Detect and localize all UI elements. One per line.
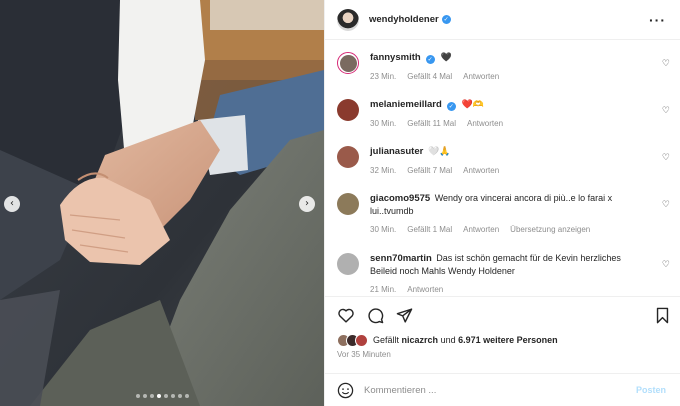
comment-like-icon[interactable]: ♡ <box>662 59 670 69</box>
comment-bubble-icon[interactable] <box>367 307 384 324</box>
verified-badge-icon: ✓ <box>446 102 456 111</box>
commenter-username[interactable]: melaniemeillard <box>370 99 442 110</box>
commenter-avatar[interactable] <box>337 253 359 275</box>
carousel-dot <box>156 394 161 398</box>
comment-like-count[interactable]: Gefällt 4 Mal <box>407 71 452 83</box>
comment-meta: 30 Min. Gefällt 11 Mal Antworten <box>370 118 650 130</box>
comment-emoji: 🖤 <box>437 53 452 63</box>
comment-item: senn70martin Das ist schön gemacht für d… <box>325 252 680 295</box>
likes-summary: Gefällt nicazrch und 6.971 weitere Perso… <box>325 333 680 347</box>
comment-body: senn70martin Das ist schön gemacht für d… <box>370 252 650 295</box>
comment-time[interactable]: 21 Min. <box>370 284 396 295</box>
post-timestamp[interactable]: Vor 35 Minuten <box>325 350 680 359</box>
likes-others[interactable]: 6.971 weitere Personen <box>458 335 558 345</box>
carousel-dot <box>135 394 140 398</box>
comment-meta: 32 Min. Gefällt 7 Mal Antworten <box>370 165 650 177</box>
action-bar <box>325 297 680 333</box>
smiley-icon[interactable] <box>337 382 354 399</box>
comment-item: julianasuter 🤍🙏 32 Min. Gefällt 7 Mal Antwo… <box>325 145 680 186</box>
commenter-avatar[interactable] <box>337 146 359 168</box>
comment-body: julianasuter 🤍🙏 32 Min. Gefällt 7 Mal Antwo… <box>370 145 650 186</box>
reply-button[interactable]: Antworten <box>463 165 499 177</box>
post-dialog: ‹ › wendyholdener ✓ ··· fannysmith ✓ 🖤 23 … <box>0 0 680 406</box>
carousel-dot <box>184 394 189 398</box>
commenter-avatar[interactable] <box>337 52 359 74</box>
comment-like-count[interactable]: Gefällt 1 Mal <box>407 224 452 236</box>
bookmark-icon[interactable] <box>655 307 670 324</box>
carousel-dot <box>149 394 154 398</box>
commenter-avatar-image <box>339 54 357 72</box>
comment-like-icon[interactable]: ♡ <box>662 153 670 163</box>
paper-plane-icon[interactable] <box>396 307 413 324</box>
comment-like-icon[interactable]: ♡ <box>662 106 670 116</box>
comment-list[interactable]: fannysmith ✓ 🖤 23 Min. Gefällt 4 Mal Antwort… <box>325 40 680 295</box>
comment-item: giacomo9575 Wendy ora vincerai ancora di… <box>325 192 680 236</box>
commenter-avatar[interactable] <box>337 193 359 215</box>
reply-button[interactable]: Antworten <box>463 224 499 236</box>
author-username[interactable]: wendyholdener <box>369 14 439 25</box>
carousel-dot <box>170 394 175 398</box>
carousel-dot <box>142 394 147 398</box>
post-sidebar: wendyholdener ✓ ··· fannysmith ✓ 🖤 23 Min.… <box>324 0 680 406</box>
comment-like-icon[interactable]: ♡ <box>662 200 670 210</box>
carousel-dot <box>163 394 168 398</box>
post-comment-button[interactable]: Posten <box>636 385 666 395</box>
reply-button[interactable]: Antworten <box>463 71 499 83</box>
comment-time[interactable]: 30 Min. <box>370 118 396 130</box>
comment-meta: 21 Min. Antworten <box>370 284 650 295</box>
more-options-icon[interactable]: ··· <box>649 13 666 27</box>
commenter-username[interactable]: julianasuter <box>370 146 423 157</box>
comment-emoji: 🤍🙏 <box>425 147 451 157</box>
comment-meta: 30 Min. Gefällt 1 Mal Antworten Übersetzung… <box>370 224 650 236</box>
comment-meta: 23 Min. Gefällt 4 Mal Antworten <box>370 71 650 83</box>
carousel-prev-button[interactable]: ‹ <box>4 196 20 212</box>
likes-user[interactable]: nicazrch <box>402 335 439 345</box>
post-media[interactable]: ‹ › <box>0 0 324 406</box>
commenter-username[interactable]: fannysmith <box>370 52 421 63</box>
reply-button[interactable]: Antworten <box>407 284 443 295</box>
chevron-left-icon: ‹ <box>10 198 14 209</box>
comment-like-icon[interactable]: ♡ <box>662 260 670 270</box>
comment-like-count[interactable]: Gefällt 11 Mal <box>407 118 456 130</box>
comment-body: melaniemeillard ✓ ❤️🫶 30 Min. Gefällt 11 Ma… <box>370 98 650 139</box>
likes-and: und <box>440 335 456 345</box>
commenter-username[interactable]: giacomo9575 <box>370 193 430 204</box>
reply-button[interactable]: Antworten <box>467 118 503 130</box>
carousel-next-button[interactable]: › <box>299 196 315 212</box>
translate-button[interactable]: Übersetzung anzeigen <box>510 224 590 236</box>
chevron-right-icon: › <box>305 198 309 209</box>
comment-emoji: ❤️🫶 <box>458 100 485 110</box>
comment-item: melaniemeillard ✓ ❤️🫶 30 Min. Gefällt 11 Ma… <box>325 98 680 139</box>
commenter-avatar[interactable] <box>337 99 359 121</box>
comment-item: fannysmith ✓ 🖤 23 Min. Gefällt 4 Mal Antwort… <box>325 51 680 92</box>
comment-time[interactable]: 32 Min. <box>370 165 396 177</box>
post-actions-area: Gefällt nicazrch und 6.971 weitere Perso… <box>325 296 680 359</box>
carousel-dot <box>177 394 182 398</box>
heart-outline-icon[interactable] <box>337 307 355 323</box>
comment-time[interactable]: 23 Min. <box>370 71 396 83</box>
verified-badge-icon: ✓ <box>441 15 451 24</box>
post-header: wendyholdener ✓ ··· <box>325 0 680 40</box>
add-comment-bar: Posten <box>325 373 680 406</box>
comment-time[interactable]: 30 Min. <box>370 224 396 236</box>
comment-body: fannysmith ✓ 🖤 23 Min. Gefällt 4 Mal Antwort… <box>370 51 650 92</box>
post-photo <box>0 0 324 406</box>
author-avatar[interactable] <box>337 8 359 31</box>
verified-badge-icon: ✓ <box>425 55 435 64</box>
commenter-username[interactable]: senn70martin <box>370 253 432 264</box>
comment-input[interactable] <box>364 384 636 396</box>
comment-like-count[interactable]: Gefällt 7 Mal <box>407 165 452 177</box>
likes-prefix: Gefällt <box>373 335 400 345</box>
carousel-indicator <box>0 394 324 398</box>
comment-body: giacomo9575 Wendy ora vincerai ancora di… <box>370 192 650 236</box>
liker-avatars <box>337 333 368 347</box>
liker-avatar <box>355 333 368 347</box>
